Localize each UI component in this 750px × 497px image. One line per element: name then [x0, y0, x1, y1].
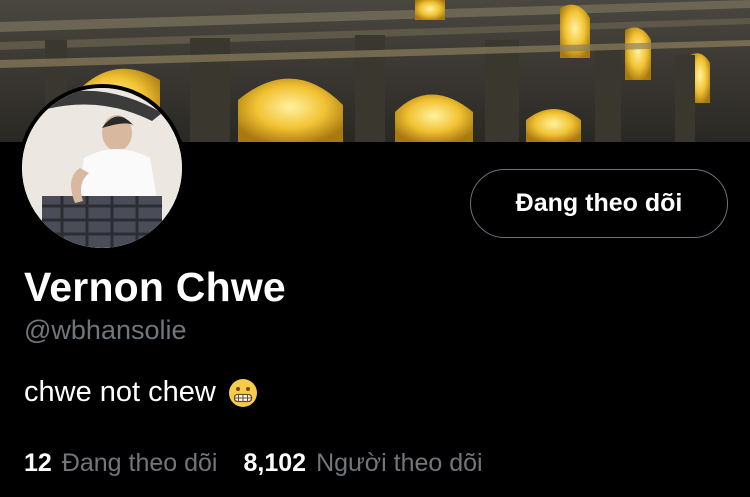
following-count: 12 [24, 449, 52, 477]
following-label: Đang theo dõi [61, 449, 218, 477]
grimacing-face-icon [228, 378, 258, 408]
bio-text: chwe not chew [24, 376, 216, 408]
avatar-photo [22, 88, 182, 248]
profile-handle: @wbhansolie [24, 315, 187, 345]
profile-display-name: Vernon Chwe [24, 264, 286, 310]
following-stat[interactable]: 12 Đang theo dõi [24, 449, 218, 478]
following-button[interactable]: Đang theo dõi [470, 169, 728, 238]
followers-stat[interactable]: 8,102 Người theo dõi [244, 449, 483, 478]
profile-avatar[interactable] [18, 84, 186, 252]
profile-bio: chwe not chew [24, 376, 258, 409]
followers-label: Người theo dõi [316, 449, 483, 477]
profile-stats: 12 Đang theo dõi 8,102 Người theo dõi [24, 449, 483, 478]
followers-count: 8,102 [243, 449, 307, 477]
